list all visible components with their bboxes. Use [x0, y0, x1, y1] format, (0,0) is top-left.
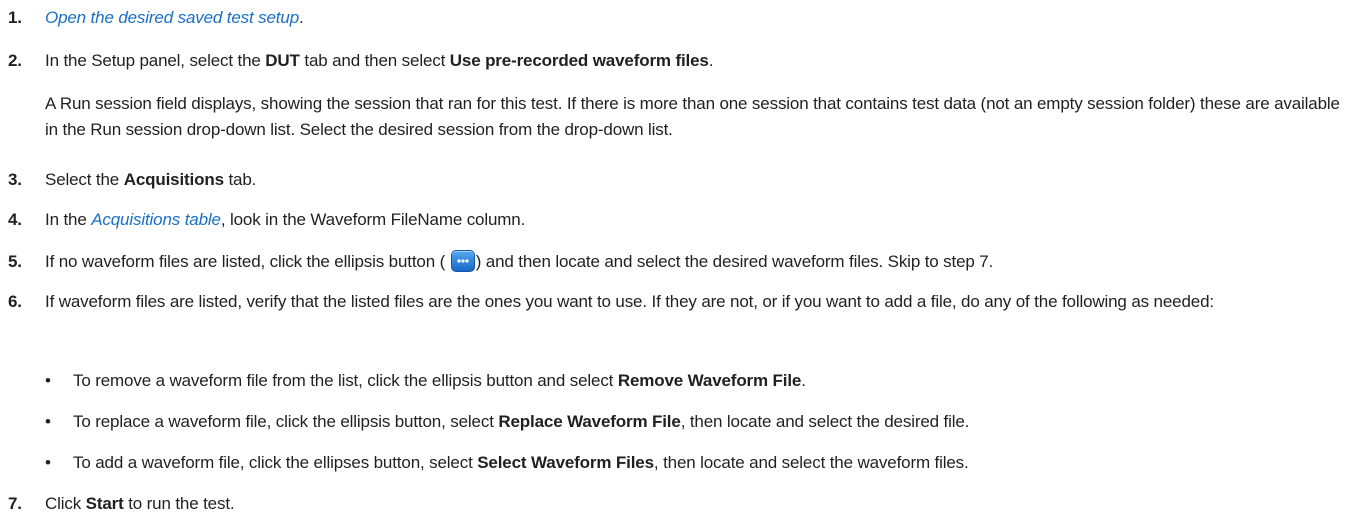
step-number: 3. [8, 170, 22, 189]
step-text: Select the Acquisitions tab. [45, 170, 257, 189]
remove-waveform-file-label: Remove Waveform File [617, 371, 802, 390]
step-number: 6. [8, 292, 22, 311]
acquisitions-tab-label: Acquisitions [123, 170, 224, 189]
start-label: Start [85, 494, 124, 513]
bullet-remove: • To remove a waveform file from the lis… [45, 368, 1346, 394]
bullet-replace: • To replace a waveform file, click the … [45, 409, 1346, 435]
run-session-paragraph: A Run session field displays, showing th… [45, 94, 1340, 139]
step-number: 2. [8, 51, 22, 70]
dut-tab-label: DUT [265, 51, 300, 70]
bullet-marker: • [45, 453, 51, 472]
ellipsis-button-icon [450, 250, 475, 272]
step-text: Click Start to run the test. [45, 494, 235, 513]
bullet-add: • To add a waveform file, click the elli… [45, 450, 1346, 476]
step-7: 7. Click Start to run the test. [8, 491, 1344, 517]
bullet-text: To remove a waveform file from the list,… [73, 371, 806, 390]
open-saved-setup-link[interactable]: Open the desired saved test setup [45, 8, 299, 27]
procedure-document: 1. Open the desired saved test setup. 2.… [0, 0, 1356, 526]
replace-waveform-file-label: Replace Waveform File [498, 412, 681, 431]
step-text: Open the desired saved test setup. [45, 8, 304, 27]
bullet-text: To replace a waveform file, click the el… [73, 412, 970, 431]
step-2: 2. In the Setup panel, select the DUT ta… [8, 48, 1344, 74]
step-text: In the Acquisitions table, look in the W… [45, 210, 526, 229]
acquisitions-table-link[interactable]: Acquisitions table [91, 210, 221, 229]
step-1: 1. Open the desired saved test setup. [8, 5, 1344, 31]
select-waveform-files-label: Select Waveform Files [477, 453, 654, 472]
step-number: 1. [8, 8, 22, 27]
step-3: 3. Select the Acquisitions tab. [8, 167, 1344, 193]
step-number: 7. [8, 494, 22, 513]
bullet-marker: • [45, 412, 51, 431]
step-number: 4. [8, 210, 22, 229]
bullet-marker: • [45, 371, 51, 390]
step-text: If no waveform files are listed, click t… [45, 250, 994, 272]
bullet-text: To add a waveform file, click the ellips… [73, 453, 969, 472]
step-number: 5. [8, 252, 22, 271]
step-6: 6. If waveform files are listed, verify … [8, 289, 1344, 315]
step-4: 4. In the Acquisitions table, look in th… [8, 207, 1344, 233]
step-text: If waveform files are listed, verify tha… [45, 292, 1214, 311]
step-text: In the Setup panel, select the DUT tab a… [45, 51, 714, 70]
step-5: 5. If no waveform files are listed, clic… [8, 249, 1344, 275]
use-prerecorded-label: Use pre-recorded waveform files [449, 51, 709, 70]
